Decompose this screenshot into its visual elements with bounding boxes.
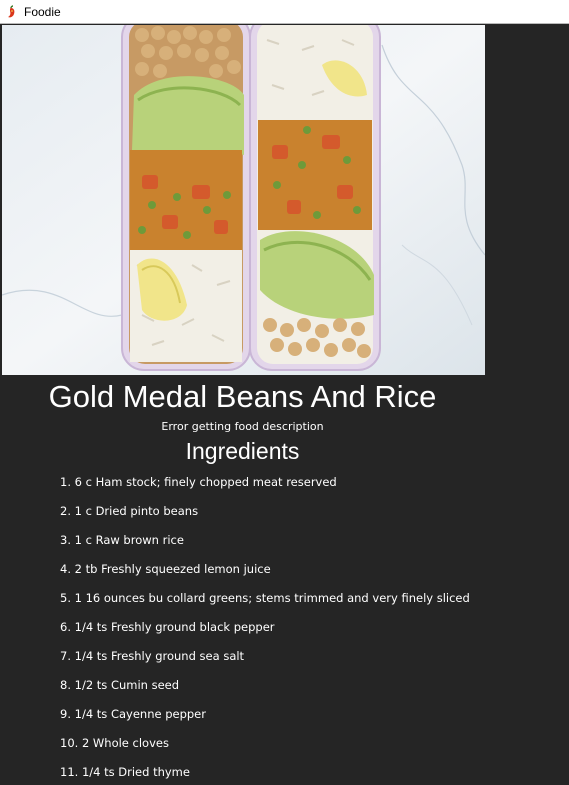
ingredient-item: 2. 1 c Dried pinto beans: [60, 504, 199, 518]
title-bar: Foodie: [0, 0, 569, 24]
ingredient-item: 9. 1/4 ts Cayenne pepper: [60, 707, 206, 721]
ingredient-item: 4. 2 tb Freshly squeezed lemon juice: [60, 562, 271, 576]
ingredient-item: 8. 1/2 ts Cumin seed: [60, 678, 180, 692]
ingredient-item: 6. 1/4 ts Freshly ground black pepper: [60, 620, 275, 634]
recipe-description: Error getting food description: [161, 420, 324, 433]
ingredient-item: 7. 1/4 ts Freshly ground sea salt: [60, 649, 245, 663]
ingredients-list: 1. 6 c Ham stock; finely chopped meat re…: [60, 472, 470, 785]
ingredient-item: 11. 1/4 ts Dried thyme: [60, 765, 190, 779]
recipe-title: Gold Medal Beans And Rice: [48, 379, 437, 414]
ingredient-item: 1. 6 c Ham stock; finely chopped meat re…: [60, 475, 337, 489]
ingredient-item: 10. 2 Whole cloves: [60, 736, 169, 750]
chili-pepper-icon: [3, 4, 19, 20]
ingredient-item: 5. 1 16 ounces bu collard greens; stems …: [60, 591, 470, 605]
recipe-image: [2, 25, 485, 375]
ingredient-item: 3. 1 c Raw brown rice: [60, 533, 184, 547]
ingredients-heading: Ingredients: [185, 438, 300, 464]
window-title: Foodie: [24, 4, 61, 19]
